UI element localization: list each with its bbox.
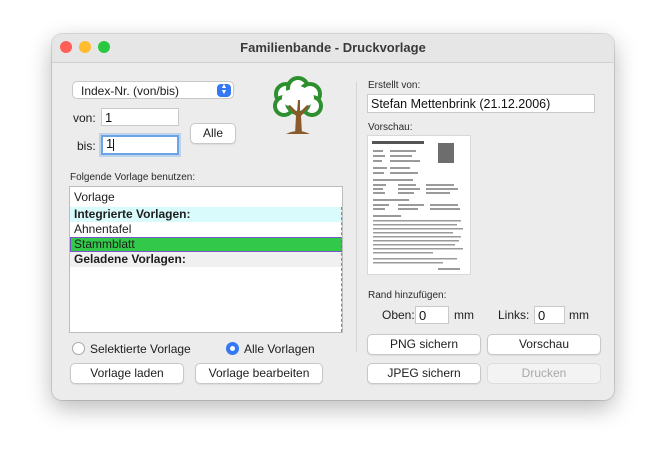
list-item[interactable]: Vorlage [70, 190, 342, 205]
preview-label: Vorschau: [368, 122, 413, 133]
bis-label: bis: [77, 139, 96, 153]
radio-dot [230, 346, 235, 351]
bis-input-value: 1 [106, 136, 114, 151]
column-divider [356, 82, 357, 352]
radio-all-templates-label: Alle Vorlagen [244, 342, 315, 356]
radio-all-templates[interactable] [226, 342, 239, 355]
created-by-field[interactable]: Stefan Mettenbrink (21.12.2006) [367, 94, 595, 113]
load-template-button[interactable]: Vorlage laden [70, 363, 184, 384]
radio-selected-template-label: Selektierte Vorlage [90, 342, 191, 356]
von-label: von: [73, 111, 96, 125]
margins-label: Rand hinzufügen: [368, 290, 447, 301]
index-range-select[interactable]: Index-Nr. (von/bis) ▲ ▼ [72, 81, 234, 99]
von-input[interactable]: 1 [101, 108, 179, 126]
print-template-window: Familienbande - Druckvorlage Index-Nr. (… [52, 34, 614, 400]
list-header-integrated: Integrierte Vorlagen: [70, 207, 342, 222]
list-header-loaded: Geladene Vorlagen: [70, 252, 342, 267]
list-item[interactable]: Ahnentafel [70, 222, 342, 237]
save-jpeg-button[interactable]: JPEG sichern [367, 363, 481, 384]
print-button[interactable]: Drucken [487, 363, 601, 384]
list-item-selected[interactable]: Stammblatt [70, 237, 342, 252]
created-by-label: Erstellt von: [368, 80, 421, 91]
title-bar: Familienbande - Druckvorlage [52, 34, 614, 63]
updown-arrows-icon: ▲ ▼ [217, 83, 231, 97]
index-range-select-value: Index-Nr. (von/bis) [81, 84, 180, 98]
margin-left-unit: mm [569, 308, 589, 322]
preview-button[interactable]: Vorschau [487, 334, 601, 355]
margin-top-label: Oben: [382, 308, 415, 322]
bis-input[interactable]: 1 [101, 135, 179, 155]
alle-button[interactable]: Alle [190, 123, 236, 144]
window-title: Familienbande - Druckvorlage [240, 40, 426, 55]
tree-icon [273, 76, 323, 134]
list-scroll-guide [341, 207, 342, 332]
template-section-label: Folgende Vorlage benutzen: [70, 172, 196, 183]
template-list[interactable]: Vorlage Integrierte Vorlagen: Ahnentafel… [69, 186, 343, 333]
margin-left-input[interactable]: 0 [534, 306, 565, 324]
preview-thumbnail [367, 135, 471, 275]
edit-template-button[interactable]: Vorlage bearbeiten [195, 363, 323, 384]
text-cursor [113, 138, 115, 151]
margin-top-unit: mm [454, 308, 474, 322]
radio-selected-template[interactable] [72, 342, 85, 355]
margin-top-input[interactable]: 0 [415, 306, 449, 324]
save-png-button[interactable]: PNG sichern [367, 334, 481, 355]
margin-left-label: Links: [498, 308, 530, 322]
document-preview-icon [372, 141, 463, 270]
